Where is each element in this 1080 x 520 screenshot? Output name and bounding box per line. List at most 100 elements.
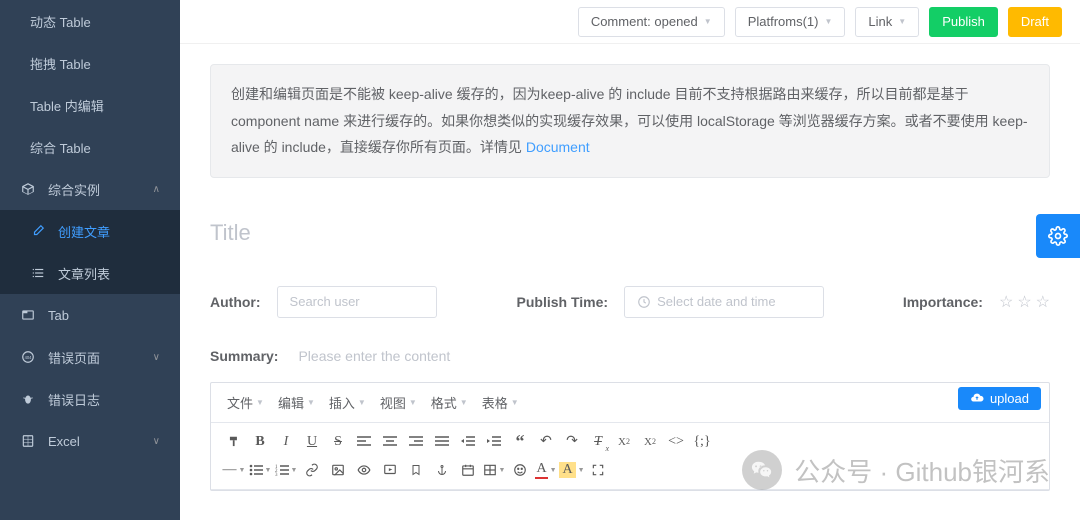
subscript-icon[interactable]: X2: [611, 429, 637, 455]
outdent-icon[interactable]: [455, 429, 481, 455]
editor-menu-format[interactable]: 格式▼: [425, 389, 474, 416]
sidebar-item-inline-edit-table[interactable]: Table 内编辑: [0, 84, 180, 126]
platforms-dropdown[interactable]: Platfroms(1)▼: [735, 7, 846, 37]
caret-down-icon: ▼: [358, 398, 366, 407]
editor-menu-table[interactable]: 表格▼: [476, 389, 525, 416]
align-right-icon[interactable]: [403, 429, 429, 455]
text-color-icon[interactable]: A▼: [533, 457, 559, 483]
chevron-down-icon: ∨: [153, 436, 160, 447]
sidebar: 动态 Table 拖拽 Table Table 内编辑 综合 Table 综合实…: [0, 0, 180, 520]
fullscreen-icon[interactable]: [585, 457, 611, 483]
media-icon[interactable]: [377, 457, 403, 483]
sidebar-item-tab[interactable]: Tab: [0, 294, 180, 336]
sidebar-item-create-article[interactable]: 创建文章: [0, 210, 180, 252]
align-center-icon[interactable]: [377, 429, 403, 455]
align-justify-icon[interactable]: [429, 429, 455, 455]
italic-icon[interactable]: I: [273, 429, 299, 455]
svg-text:3: 3: [275, 473, 278, 476]
image-icon[interactable]: [325, 457, 351, 483]
list-icon: [30, 266, 46, 280]
draft-button[interactable]: Draft: [1008, 7, 1062, 37]
link-dropdown[interactable]: Link▼: [855, 7, 919, 37]
datetime-icon[interactable]: [455, 457, 481, 483]
codeblock-icon[interactable]: {;}: [689, 429, 715, 455]
caret-down-icon: ▼: [307, 398, 315, 407]
importance-label: Importance:: [903, 294, 983, 310]
editor-toolbar: B I U S “ ↶ ↷ Tx X2 X2 <>: [211, 423, 1049, 490]
clear-format-icon[interactable]: Tx: [585, 429, 611, 455]
sidebar-item-error-log[interactable]: 错误日志: [0, 378, 180, 420]
star-icon[interactable]: ☆: [1017, 292, 1031, 312]
star-icon[interactable]: ☆: [1036, 292, 1050, 312]
bg-color-icon[interactable]: A▼: [559, 457, 585, 483]
sidebar-item-article-list[interactable]: 文章列表: [0, 252, 180, 294]
align-left-icon[interactable]: [351, 429, 377, 455]
component-icon: [20, 182, 36, 196]
content-area: 创建和编辑页面是不能被 keep-alive 缓存的，因为keep-alive …: [180, 44, 1080, 511]
rich-editor: 文件▼ 编辑▼ 插入▼ 视图▼ 格式▼ 表格▼ upload B I U S: [210, 382, 1050, 491]
sidebar-group-examples[interactable]: 综合实例 ∧: [0, 168, 180, 210]
publish-time-input[interactable]: Select date and time: [624, 286, 824, 318]
editor-menu-insert[interactable]: 插入▼: [323, 389, 372, 416]
author-input[interactable]: [277, 286, 437, 318]
summary-label: Summary:: [210, 348, 278, 364]
code-icon[interactable]: <>: [663, 429, 689, 455]
anchor-icon[interactable]: [429, 457, 455, 483]
sidebar-item-drag-table[interactable]: 拖拽 Table: [0, 42, 180, 84]
link-icon[interactable]: [299, 457, 325, 483]
publish-time-label: Publish Time:: [517, 294, 609, 310]
notice-box: 创建和编辑页面是不能被 keep-alive 缓存的，因为keep-alive …: [210, 64, 1050, 178]
settings-fab[interactable]: [1036, 214, 1080, 258]
table-icon[interactable]: ▼: [481, 457, 507, 483]
preview-icon[interactable]: [351, 457, 377, 483]
indent-icon[interactable]: [481, 429, 507, 455]
gear-icon: [1048, 226, 1068, 246]
number-list-icon[interactable]: 123▼: [273, 457, 299, 483]
caret-down-icon: ▼: [824, 17, 832, 26]
editor-menu-file[interactable]: 文件▼: [221, 389, 270, 416]
meta-row: Author: Publish Time: Select date and ti…: [210, 286, 1050, 318]
editor-menu-view[interactable]: 视图▼: [374, 389, 423, 416]
importance-stars[interactable]: ☆ ☆ ☆: [999, 292, 1050, 312]
excel-icon: [20, 434, 36, 448]
redo-icon[interactable]: ↷: [559, 429, 585, 455]
star-icon[interactable]: ☆: [999, 292, 1013, 312]
sidebar-item-error-page[interactable]: 404 错误页面 ∨: [0, 336, 180, 378]
undo-icon[interactable]: ↶: [533, 429, 559, 455]
author-label: Author:: [210, 294, 261, 310]
underline-icon[interactable]: U: [299, 429, 325, 455]
bug-icon: [20, 392, 36, 406]
bullet-list-icon[interactable]: ▼: [247, 457, 273, 483]
summary-row: Summary:: [210, 348, 1050, 364]
cloud-upload-icon: [970, 391, 984, 405]
summary-input[interactable]: [298, 348, 1050, 364]
clock-icon: [637, 295, 651, 309]
emoji-icon[interactable]: [507, 457, 533, 483]
edit-icon: [30, 224, 46, 238]
topbar: Comment: opened▼ Platfroms(1)▼ Link▼ Pub…: [180, 0, 1080, 44]
caret-down-icon: ▼: [704, 17, 712, 26]
svg-text:404: 404: [25, 355, 33, 360]
comment-dropdown[interactable]: Comment: opened▼: [578, 7, 725, 37]
hr-icon[interactable]: —▼: [221, 457, 247, 483]
sidebar-item-complex-table[interactable]: 综合 Table: [0, 126, 180, 168]
strikethrough-icon[interactable]: S: [325, 429, 351, 455]
caret-down-icon: ▼: [256, 398, 264, 407]
sidebar-item-excel[interactable]: Excel ∨: [0, 420, 180, 462]
sidebar-item-dynamic-table[interactable]: 动态 Table: [0, 0, 180, 42]
upload-button[interactable]: upload: [958, 387, 1041, 410]
notice-link[interactable]: Document: [526, 139, 590, 155]
main-area: Comment: opened▼ Platfroms(1)▼ Link▼ Pub…: [180, 0, 1080, 520]
superscript-icon[interactable]: X2: [637, 429, 663, 455]
publish-time-placeholder: Select date and time: [657, 294, 776, 309]
publish-button[interactable]: Publish: [929, 7, 998, 37]
caret-down-icon: ▼: [511, 398, 519, 407]
bold-icon[interactable]: B: [247, 429, 273, 455]
editor-menu-edit[interactable]: 编辑▼: [272, 389, 321, 416]
title-input[interactable]: [210, 214, 1050, 252]
bookmark-icon[interactable]: [403, 457, 429, 483]
editor-menubar: 文件▼ 编辑▼ 插入▼ 视图▼ 格式▼ 表格▼ upload: [211, 383, 1049, 423]
format-paint-icon[interactable]: [221, 429, 247, 455]
blockquote-icon[interactable]: “: [507, 429, 533, 455]
404-icon: 404: [20, 350, 36, 364]
